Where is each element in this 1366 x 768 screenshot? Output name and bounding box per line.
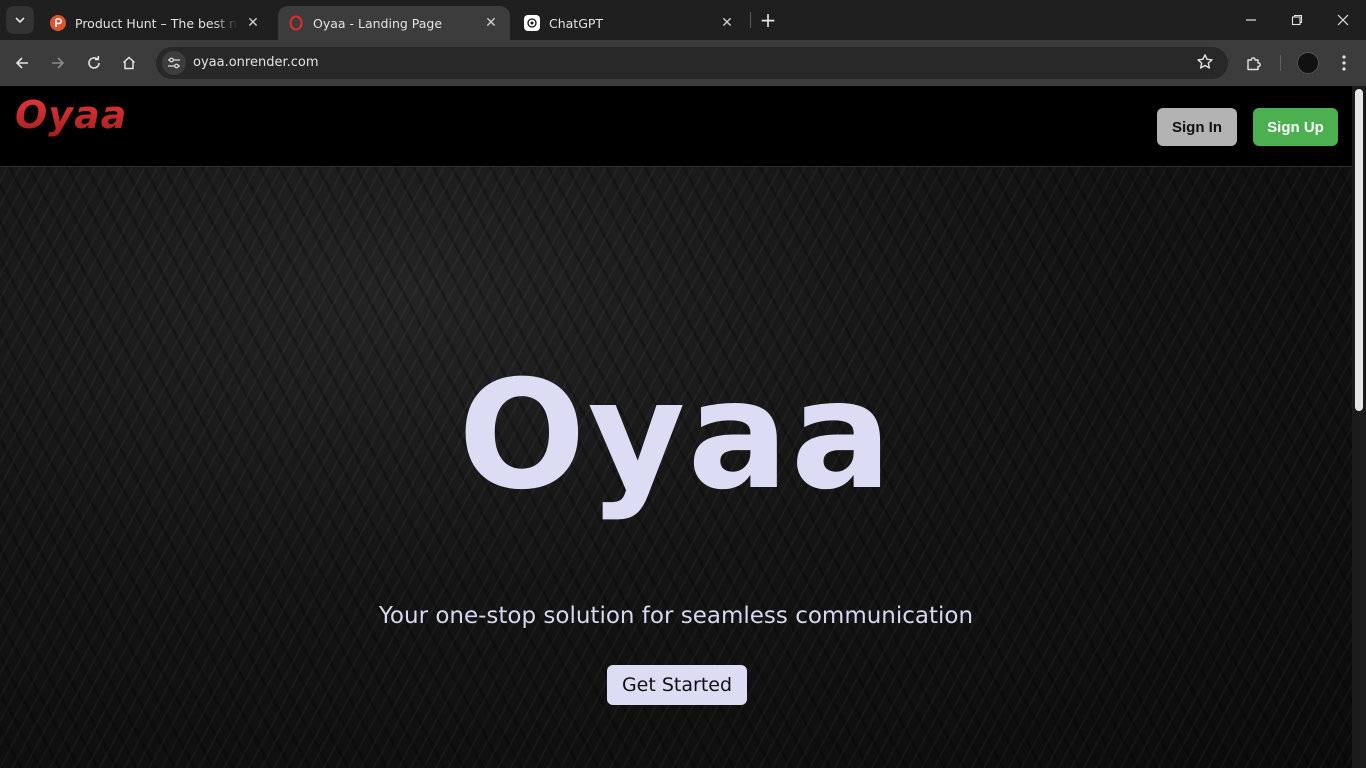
sign-in-button[interactable]: Sign In xyxy=(1157,108,1237,146)
close-tab-icon[interactable]: ✕ xyxy=(244,14,262,32)
minimize-icon xyxy=(1246,19,1256,21)
tab-product-hunt[interactable]: Product Hunt – The best new products in … xyxy=(40,6,272,40)
address-bar[interactable]: oyaa.onrender.com xyxy=(156,47,1228,79)
landing-page: Oyaa Sign In Sign Up Oyaa Your one-stop … xyxy=(0,86,1352,768)
site-navbar: Oyaa Sign In Sign Up xyxy=(0,86,1352,167)
star-icon xyxy=(1197,54,1213,69)
oyaa-favicon-icon xyxy=(288,15,304,31)
sign-up-button[interactable]: Sign Up xyxy=(1253,108,1338,146)
site-logo[interactable]: Oyaa xyxy=(15,93,127,137)
close-tab-icon[interactable]: ✕ xyxy=(482,14,500,32)
back-button[interactable] xyxy=(8,49,36,77)
more-vert-icon xyxy=(1342,55,1346,71)
tab-title: Oyaa - Landing Page xyxy=(313,15,443,31)
get-started-button[interactable]: Get Started xyxy=(607,665,747,705)
restore-icon xyxy=(1291,14,1303,26)
tab-oyaa[interactable]: Oyaa - Landing Page ✕ xyxy=(278,6,510,40)
scrollbar-thumb[interactable] xyxy=(1355,89,1363,411)
extensions-button[interactable] xyxy=(1240,49,1268,77)
home-icon xyxy=(122,56,136,70)
tab-strip: Product Hunt – The best new products in … xyxy=(0,0,1366,40)
product-hunt-favicon-icon xyxy=(50,15,66,31)
puzzle-icon xyxy=(1247,57,1261,71)
hero-subtitle: Your one-stop solution for seamless comm… xyxy=(378,603,974,629)
restore-button[interactable] xyxy=(1274,0,1320,40)
arrow-left-icon xyxy=(15,57,28,69)
reload-button[interactable] xyxy=(80,49,108,77)
tab-title: ChatGPT xyxy=(549,15,604,31)
close-tab-icon[interactable]: ✕ xyxy=(718,14,736,32)
tab-divider xyxy=(750,12,751,28)
minimize-button[interactable] xyxy=(1228,0,1274,40)
arrow-right-icon xyxy=(52,57,65,69)
chevron-down-icon xyxy=(15,17,25,24)
close-icon xyxy=(1337,14,1349,26)
tab-chatgpt[interactable]: ChatGPT ✕ xyxy=(514,6,746,40)
profile-avatar[interactable] xyxy=(1297,52,1319,74)
tab-title: Product Hunt – The best new products in … xyxy=(75,15,238,31)
hero-title: Oyaa xyxy=(458,349,894,523)
forward-button[interactable] xyxy=(44,49,72,77)
home-button[interactable] xyxy=(115,49,143,77)
tab-search-button[interactable] xyxy=(6,6,34,34)
toolbar-divider xyxy=(1280,55,1281,71)
reload-icon xyxy=(88,56,100,69)
close-window-button[interactable] xyxy=(1320,0,1366,40)
site-info-button[interactable] xyxy=(162,51,186,75)
url-text[interactable]: oyaa.onrender.com xyxy=(193,55,319,70)
browser-toolbar: oyaa.onrender.com xyxy=(0,40,1366,86)
chatgpt-favicon-icon xyxy=(524,15,540,31)
menu-button[interactable] xyxy=(1330,49,1358,77)
new-tab-button[interactable]: + xyxy=(758,10,778,30)
tune-icon xyxy=(168,57,180,69)
bookmark-button[interactable] xyxy=(1196,53,1214,75)
